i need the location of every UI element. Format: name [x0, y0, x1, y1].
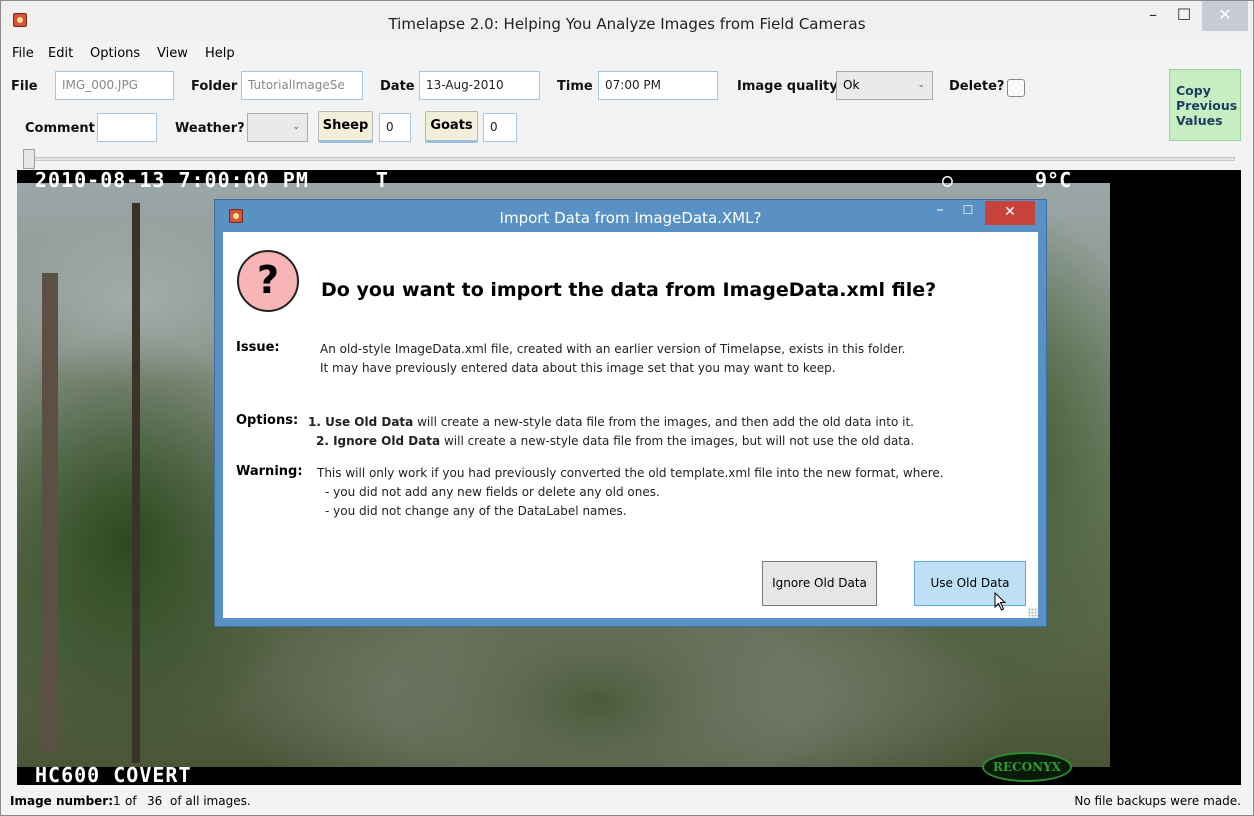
dialog-minimize-button[interactable]: –: [928, 200, 952, 224]
weather-label: Weather?: [175, 121, 245, 136]
goats-counter-button[interactable]: Goats: [425, 111, 478, 143]
maximize-button[interactable]: ☐: [1171, 1, 1197, 31]
date-field[interactable]: 13-Aug-2010: [419, 71, 540, 100]
title-bar: Timelapse 2.0: Helping You Analyze Image…: [1, 1, 1253, 41]
issue-line: It may have previously entered data abou…: [320, 361, 836, 375]
question-icon: ?: [237, 250, 299, 312]
dialog-close-button[interactable]: ✕: [985, 201, 1035, 225]
copy-button-line-1: Copy: [1176, 83, 1211, 98]
dialog-maximize-button[interactable]: ☐: [956, 200, 980, 224]
window-title: Timelapse 2.0: Helping You Analyze Image…: [388, 15, 866, 33]
backup-status: No file backups were made.: [1074, 794, 1241, 808]
file-field[interactable]: IMG_000.JPG: [55, 71, 174, 100]
marker-text: T: [375, 170, 389, 192]
option-1: 1. Use Old Data will create a new-style …: [308, 413, 914, 432]
status-bar: Image number: 1 of 36 of all images. No …: [1, 789, 1253, 813]
folder-field[interactable]: TutorialImageSe: [241, 71, 363, 100]
file-label: File: [11, 79, 38, 94]
weather-select[interactable]: ⌄: [247, 113, 308, 142]
option-2-text: will create a new-style data file from t…: [440, 434, 915, 448]
date-label: Date: [380, 79, 415, 94]
image-count-suffix: of all images.: [170, 794, 251, 808]
copy-button-line-3: Values: [1176, 113, 1223, 128]
tree-trunk: [132, 203, 140, 763]
image-total: 36: [147, 794, 163, 808]
image-quality-select[interactable]: Ok ⌄: [836, 71, 933, 100]
close-button[interactable]: ✕: [1202, 1, 1248, 31]
image-index: 1: [113, 794, 121, 808]
tree-trunk: [42, 273, 58, 753]
import-dialog: Import Data from ImageData.XML? – ☐ ✕ ? …: [214, 199, 1047, 627]
option-1-text: will create a new-style data file from t…: [413, 415, 914, 429]
mouse-cursor-icon: [994, 592, 1007, 611]
image-slider-track[interactable]: [23, 157, 1235, 161]
use-old-data-button[interactable]: Use Old Data: [914, 561, 1026, 606]
camera-model: HC600 COVERT: [35, 763, 192, 785]
image-slider-thumb[interactable]: [23, 149, 35, 169]
menu-edit[interactable]: Edit: [48, 46, 73, 61]
ignore-old-data-button[interactable]: Ignore Old Data: [762, 561, 877, 606]
dialog-title-bar: Import Data from ImageData.XML? – ☐ ✕: [215, 200, 1046, 232]
warning-line: - you did not add any new fields or dele…: [325, 485, 660, 499]
option-2-title: 2. Ignore Old Data: [316, 434, 441, 448]
comment-field[interactable]: [97, 113, 157, 142]
resize-grip-icon[interactable]: [1028, 608, 1038, 618]
options-text: 1. Use Old Data will create a new-style …: [308, 413, 914, 451]
time-field[interactable]: 07:00 PM: [598, 71, 718, 100]
option-1-title: 1. Use Old Data: [308, 415, 414, 429]
delete-checkbox[interactable]: [1007, 79, 1025, 97]
image-quality-value: Ok: [843, 78, 860, 92]
sheep-count-field[interactable]: 0: [379, 113, 411, 142]
camera-timestamp: 2010-08-13 7:00:00 PM T: [35, 170, 389, 192]
issue-line: An old-style ImageData.xml file, created…: [320, 342, 906, 356]
of-word: of: [125, 794, 137, 808]
folder-label: Folder: [191, 79, 238, 94]
timestamp-text: 2010-08-13 7:00:00 PM: [35, 170, 309, 192]
goats-count-field[interactable]: 0: [483, 113, 517, 142]
image-number-label: Image number:: [10, 794, 114, 808]
time-label: Time: [557, 79, 593, 94]
dialog-body: ? Do you want to import the data from Im…: [223, 232, 1038, 618]
menu-options[interactable]: Options: [90, 46, 140, 61]
sheep-counter-button[interactable]: Sheep: [318, 111, 373, 143]
dialog-heading: Do you want to import the data from Imag…: [321, 279, 937, 301]
image-quality-label: Image quality: [737, 79, 838, 94]
camera-temperature: 9°C: [1035, 170, 1072, 192]
copy-button-line-2: Previous: [1176, 98, 1238, 113]
warning-text: This will only work if you had previousl…: [317, 464, 944, 521]
warning-label: Warning:: [236, 464, 303, 479]
copy-previous-values-button[interactable]: Copy Previous Values: [1169, 69, 1241, 141]
menu-file[interactable]: File: [12, 46, 34, 61]
chevron-down-icon: ⌄: [917, 80, 925, 90]
menu-help[interactable]: Help: [205, 46, 235, 61]
issue-label: Issue:: [236, 340, 280, 355]
menu-view[interactable]: View: [157, 46, 188, 61]
dialog-title: Import Data from ImageData.XML?: [499, 209, 762, 227]
comment-label: Comment: [25, 121, 95, 136]
warning-line: - you did not change any of the DataLabe…: [325, 504, 627, 518]
chevron-down-icon: ⌄: [292, 122, 300, 132]
reconyx-logo: RECONYX: [982, 752, 1072, 782]
delete-label: Delete?: [949, 79, 1005, 94]
options-label: Options:: [236, 413, 299, 428]
minimize-button[interactable]: –: [1140, 1, 1166, 31]
moon-phase-icon: ○: [942, 170, 953, 191]
warning-line: This will only work if you had previousl…: [317, 466, 944, 480]
issue-text: An old-style ImageData.xml file, created…: [320, 340, 906, 378]
option-2: 2. Ignore Old Data will create a new-sty…: [308, 432, 914, 451]
menu-bar: File Edit Options View Help: [1, 43, 1253, 65]
